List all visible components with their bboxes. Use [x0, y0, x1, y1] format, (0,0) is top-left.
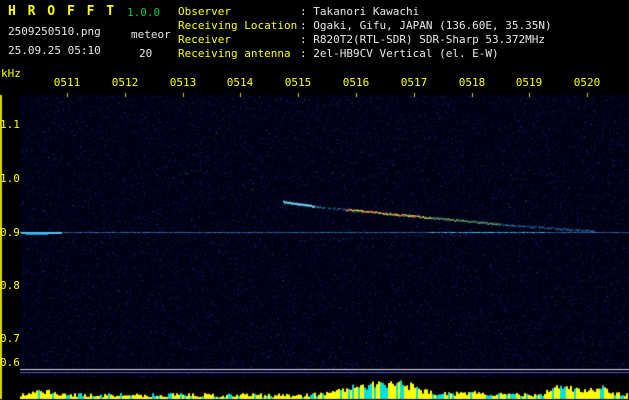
info-row-location: Receiving Location: Ogaki, Gifu, JAPAN (…: [178, 19, 552, 32]
x-tick: 0518: [458, 76, 486, 89]
x-tick: 0516: [342, 76, 370, 89]
x-tick: 0519: [515, 76, 543, 89]
hrofft-output-image: H R O F F T 1.0.0 2509250510.png meteor …: [0, 0, 629, 400]
info-label: Receiving antenna: [178, 47, 291, 60]
info-label: Receiving Location: [178, 19, 298, 32]
y-tick: 0.8: [0, 279, 20, 292]
y-axis-unit-label: kHz: [1, 67, 21, 80]
info-label: Observer: [178, 5, 231, 18]
info-value: : Takanori Kawachi: [300, 5, 420, 18]
info-value: : Ogaki, Gifu, JAPAN (136.60E, 35.35N): [300, 19, 552, 32]
count-label: 20: [139, 47, 153, 60]
x-tick: 0514: [226, 76, 254, 89]
x-tick: 0513: [169, 76, 197, 89]
app-version: 1.0.0: [127, 6, 161, 19]
y-tick: 1.0: [0, 172, 20, 185]
datetime-label: 25.09.25 05:10: [8, 44, 101, 57]
y-tick: 0.6: [0, 356, 20, 369]
app-title: H R O F F T: [8, 4, 117, 19]
x-tick: 0517: [400, 76, 428, 89]
info-value: : 2el-HB9CV Vertical (el. E-W): [300, 47, 499, 60]
x-tick: 0515: [284, 76, 312, 89]
info-row-receiver: Receiver : R820T2(RTL-SDR) SDR-Sharp 53.3…: [178, 33, 545, 46]
info-row-observer: Observer : Takanori Kawachi: [178, 5, 419, 18]
info-row-antenna: Receiving antenna : 2el-HB9CV Vertical (e…: [178, 47, 499, 60]
x-tick: 0512: [111, 76, 139, 89]
spectrogram-canvas: [0, 0, 629, 400]
info-label: Receiver: [178, 33, 231, 46]
x-tick: 0520: [573, 76, 601, 89]
x-tick: 0511: [53, 76, 81, 89]
info-value: : R820T2(RTL-SDR) SDR-Sharp 53.372MHz: [300, 33, 546, 46]
output-filename: 2509250510.png: [8, 25, 101, 38]
y-tick: 0.9: [0, 226, 20, 239]
y-tick: 0.7: [0, 332, 20, 345]
y-tick: 1.1: [0, 118, 20, 131]
mode-label: meteor: [131, 28, 171, 41]
